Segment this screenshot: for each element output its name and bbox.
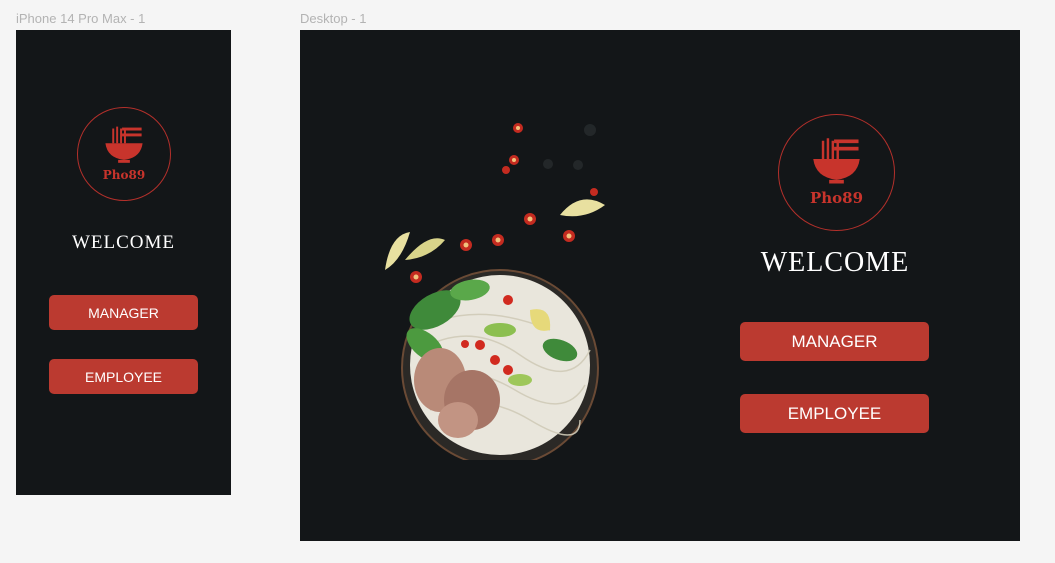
manager-button-large[interactable]: MANAGER: [740, 322, 929, 361]
employee-button-large[interactable]: EMPLOYEE: [740, 394, 929, 433]
desktop-frame-label[interactable]: Desktop - 1: [300, 11, 366, 26]
manager-button[interactable]: MANAGER: [49, 295, 198, 330]
noodle-bowl-chopsticks-icon: [813, 138, 860, 184]
noodle-bowl-chopsticks-icon: [105, 126, 143, 163]
welcome-heading-large: WELCOME: [760, 247, 910, 278]
employee-button[interactable]: EMPLOYEE: [49, 359, 198, 394]
brand-logo-large: Pho89: [778, 114, 895, 231]
desktop-frame: Pho89 WELCOME MANAGER EMPLOYEE: [300, 30, 1020, 541]
brand-name: Pho89: [102, 168, 146, 182]
phone-frame-label[interactable]: iPhone 14 Pro Max - 1: [16, 11, 145, 26]
pho-bowl-image: [385, 123, 605, 460]
phone-frame: Pho89 WELCOME MANAGER EMPLOYEE: [16, 30, 231, 495]
brand-logo: Pho89: [77, 107, 171, 201]
brand-name-large: Pho89: [809, 189, 864, 207]
welcome-heading: WELCOME: [71, 232, 176, 253]
chili-slices: [410, 123, 598, 283]
